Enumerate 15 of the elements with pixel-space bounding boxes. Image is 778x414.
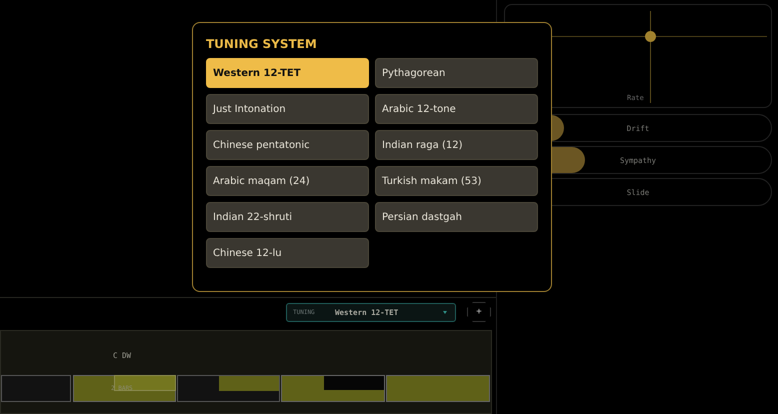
tuning-option[interactable]: Pythagorean bbox=[375, 58, 538, 88]
tuning-option[interactable]: Turkish makam (53) bbox=[375, 166, 538, 196]
add-button[interactable]: + bbox=[467, 302, 491, 322]
tuning-option[interactable]: Just Intonation bbox=[206, 94, 369, 124]
tuning-option[interactable]: Persian dastgah bbox=[375, 202, 538, 232]
tuning-option[interactable]: Arabic 12-tone bbox=[375, 94, 538, 124]
tuning-option[interactable]: Arabic maqam (24) bbox=[206, 166, 369, 196]
tuning-option[interactable]: Indian raga (12) bbox=[375, 130, 538, 160]
tuning-option[interactable]: Chinese 12-lu bbox=[206, 238, 369, 268]
tuning-option[interactable]: Chinese pentatonic bbox=[206, 130, 369, 160]
tuning-option[interactable]: Indian 22-shruti bbox=[206, 202, 369, 232]
dialog-title: TUNING SYSTEM bbox=[206, 37, 318, 51]
caret-icon bbox=[443, 310, 447, 314]
xy-handle[interactable] bbox=[645, 31, 656, 42]
tuning-option[interactable]: Western 12-TET bbox=[206, 58, 369, 88]
